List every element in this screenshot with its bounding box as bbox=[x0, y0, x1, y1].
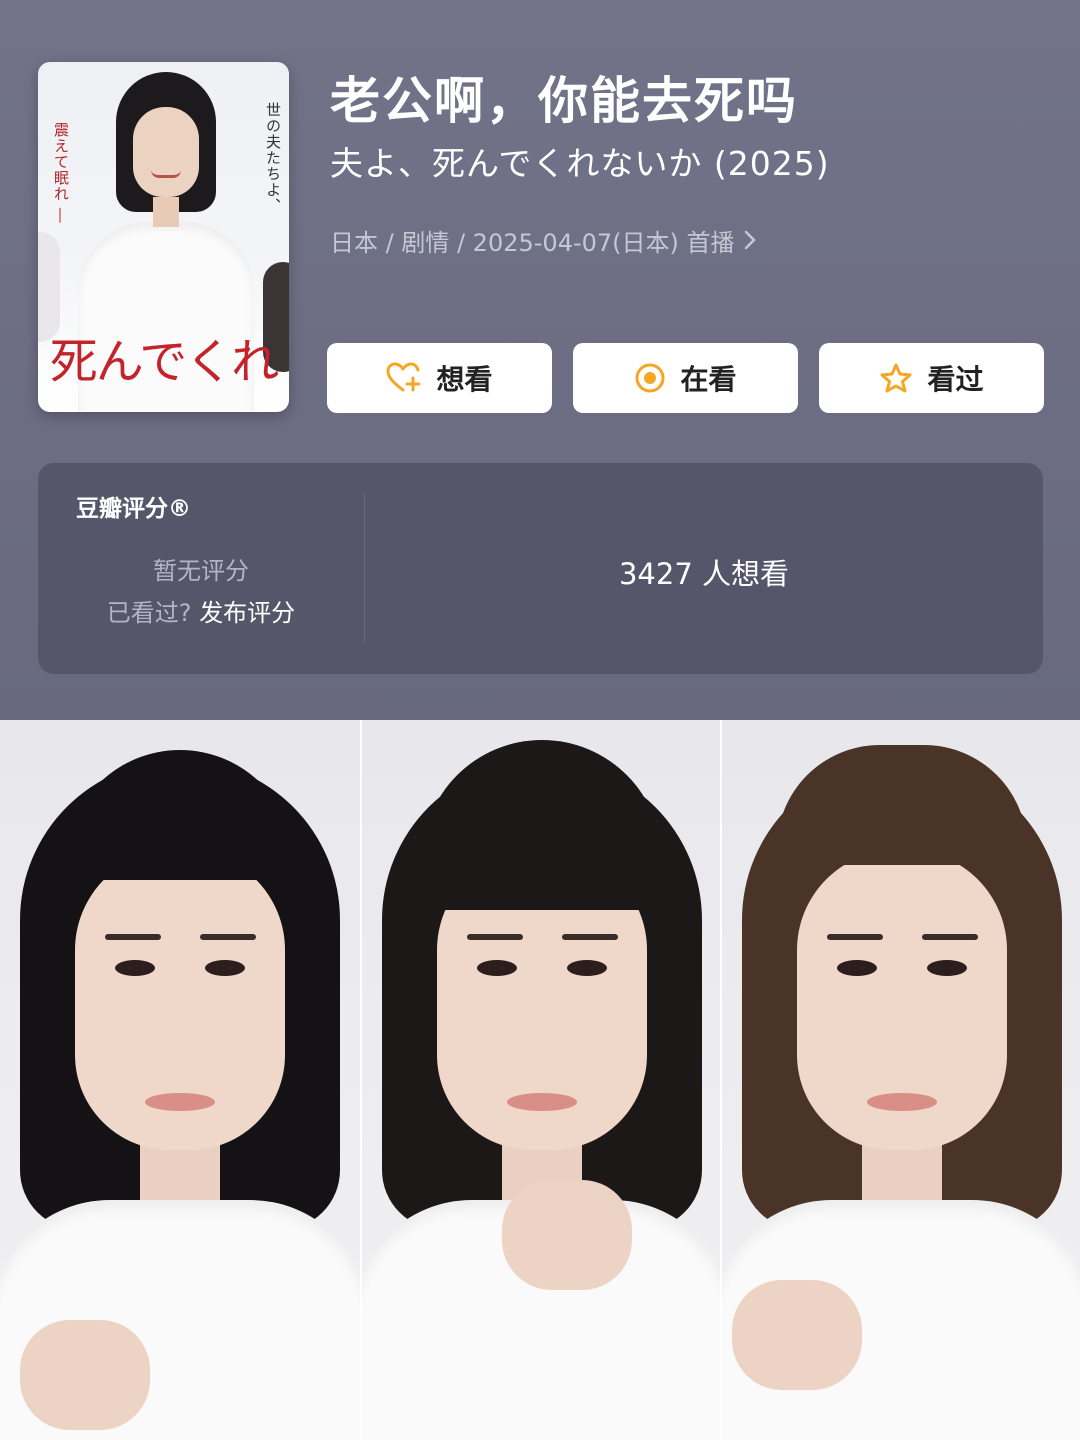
hand bbox=[502, 1180, 632, 1290]
brow bbox=[467, 934, 523, 940]
hand bbox=[732, 1280, 862, 1390]
watching-button[interactable]: 在看 bbox=[573, 343, 798, 413]
hair-top bbox=[777, 745, 1027, 865]
poster-smile bbox=[151, 170, 181, 178]
poster-neck bbox=[153, 197, 179, 227]
poster-tagline-2: 震えて眠れ ― bbox=[52, 122, 70, 224]
poster-tagline-1: 世の夫たちよ、 bbox=[264, 102, 282, 214]
cast-portrait bbox=[360, 720, 720, 1440]
lips bbox=[145, 1093, 215, 1111]
watched-button[interactable]: 看过 bbox=[819, 343, 1044, 413]
watched-label: 看过 bbox=[927, 363, 984, 396]
brow bbox=[922, 934, 978, 940]
no-rating-text: 暂无评分 bbox=[153, 557, 249, 585]
poster-face bbox=[133, 107, 199, 197]
watching-label: 在看 bbox=[680, 363, 737, 396]
star-icon bbox=[879, 362, 913, 394]
chevron-right-icon bbox=[743, 226, 757, 260]
cast-photo-strip[interactable] bbox=[0, 720, 1080, 1440]
seen-question: 已看过? bbox=[106, 599, 192, 627]
want-to-watch-label: 想看 bbox=[436, 363, 493, 396]
poster-image[interactable]: 世の夫たちよ、 震えて眠れ ― 死んでくれ bbox=[38, 62, 289, 412]
seen-prompt: 已看过? 发布评分 bbox=[38, 593, 364, 628]
brow bbox=[105, 934, 161, 940]
hair-top bbox=[65, 750, 295, 880]
page-title: 老公啊，你能去死吗 bbox=[330, 72, 798, 130]
eye bbox=[477, 960, 517, 976]
poster-side-figure bbox=[38, 232, 60, 342]
poster-title-text: 死んでくれ bbox=[49, 334, 280, 390]
original-title: 夫よ、死んでくれないか (2025) bbox=[330, 144, 830, 183]
brow bbox=[827, 934, 883, 940]
target-circle-icon bbox=[634, 362, 666, 394]
eye bbox=[205, 960, 245, 976]
want-to-watch-button[interactable]: 想看 bbox=[327, 343, 552, 413]
eye bbox=[927, 960, 967, 976]
eye bbox=[115, 960, 155, 976]
hair-fringe bbox=[422, 740, 662, 910]
lips bbox=[867, 1093, 937, 1111]
want-count: 3427 人想看 bbox=[618, 557, 790, 591]
hand bbox=[20, 1320, 150, 1430]
eye bbox=[837, 960, 877, 976]
brow bbox=[562, 934, 618, 940]
brow bbox=[200, 934, 256, 940]
rating-panel: 豆瓣评分® 暂无评分 已看过? 发布评分 3427 人想看 bbox=[38, 463, 1043, 674]
eye bbox=[567, 960, 607, 976]
meta-info-link[interactable]: 日本 / 剧情 / 2025-04-07(日本) 首播 bbox=[330, 226, 757, 260]
lips bbox=[507, 1093, 577, 1111]
cast-portrait bbox=[720, 720, 1080, 1440]
meta-info: 日本 / 剧情 / 2025-04-07(日本) 首播 bbox=[330, 229, 735, 257]
heart-plus-icon bbox=[386, 362, 422, 394]
cast-portrait bbox=[0, 720, 360, 1440]
post-rating-link[interactable]: 发布评分 bbox=[199, 599, 295, 627]
rating-label: 豆瓣评分® bbox=[76, 496, 191, 522]
